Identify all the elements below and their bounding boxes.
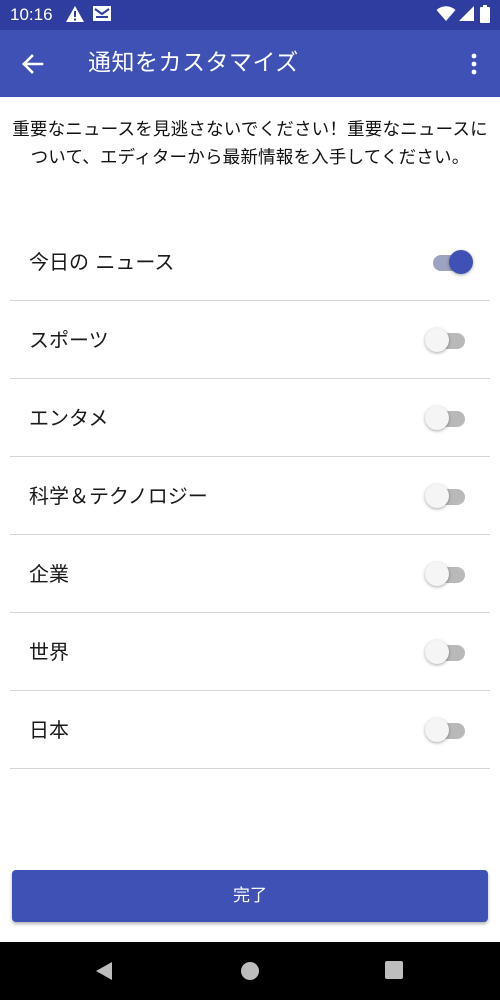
category-label: 世界 [29, 640, 69, 664]
status-bar: 10:16 [0, 0, 500, 30]
toggle-thumb [425, 328, 449, 352]
category-row-science-tech[interactable]: 科学＆テクノロジー [10, 457, 490, 535]
status-time: 10:16 [10, 5, 53, 24]
category-row-japan[interactable]: 日本 [10, 691, 490, 769]
category-label: 日本 [29, 718, 69, 742]
done-button[interactable]: 完了 [12, 870, 488, 922]
category-label: 科学＆テクノロジー [29, 484, 208, 508]
app-toolbar: 通知をカスタマイズ [0, 30, 500, 97]
toggle-switch[interactable] [425, 558, 469, 590]
category-label: エンタメ [29, 406, 109, 430]
toggle-thumb [425, 640, 449, 664]
back-arrow-icon[interactable] [18, 50, 48, 78]
home-circle-icon[interactable] [240, 961, 260, 985]
toggle-switch[interactable] [425, 324, 469, 356]
page-title: 通知をカスタマイズ [88, 50, 299, 76]
wifi-icon [436, 6, 456, 26]
mail-icon [92, 5, 112, 27]
toggle-thumb [425, 718, 449, 742]
toggle-switch[interactable] [425, 714, 469, 746]
toggle-thumb [425, 406, 449, 430]
warning-icon [65, 5, 85, 27]
category-label: スポーツ [29, 328, 109, 352]
battery-icon [480, 5, 490, 27]
toggle-switch[interactable] [425, 246, 473, 278]
toggle-thumb [449, 250, 473, 274]
signal-icon [458, 6, 475, 26]
category-label: 今日の ニュース [29, 250, 175, 274]
more-vert-icon[interactable] [462, 50, 486, 78]
category-row-today-news[interactable]: 今日の ニュース [10, 223, 490, 301]
category-row-world[interactable]: 世界 [10, 613, 490, 691]
category-row-business[interactable]: 企業 [10, 535, 490, 613]
category-row-entertainment[interactable]: エンタメ [10, 379, 490, 457]
toggle-thumb [425, 562, 449, 586]
toggle-switch[interactable] [425, 636, 469, 668]
toggle-thumb [425, 484, 449, 508]
notification-category-list: 今日の ニュース スポーツ エンタメ 科学＆テクノロジー 企業 世界 日本 [10, 223, 490, 769]
toggle-switch[interactable] [425, 480, 469, 512]
system-nav-bar [0, 942, 500, 1000]
recents-square-icon[interactable] [385, 961, 403, 983]
back-triangle-icon[interactable] [94, 961, 114, 985]
description-text: 重要なニュースを見逃さないでください！重要なニュースについて、エディターから最新… [12, 120, 488, 168]
toggle-switch[interactable] [425, 402, 469, 434]
category-label: 企業 [29, 562, 69, 586]
category-row-sports[interactable]: スポーツ [10, 301, 490, 379]
